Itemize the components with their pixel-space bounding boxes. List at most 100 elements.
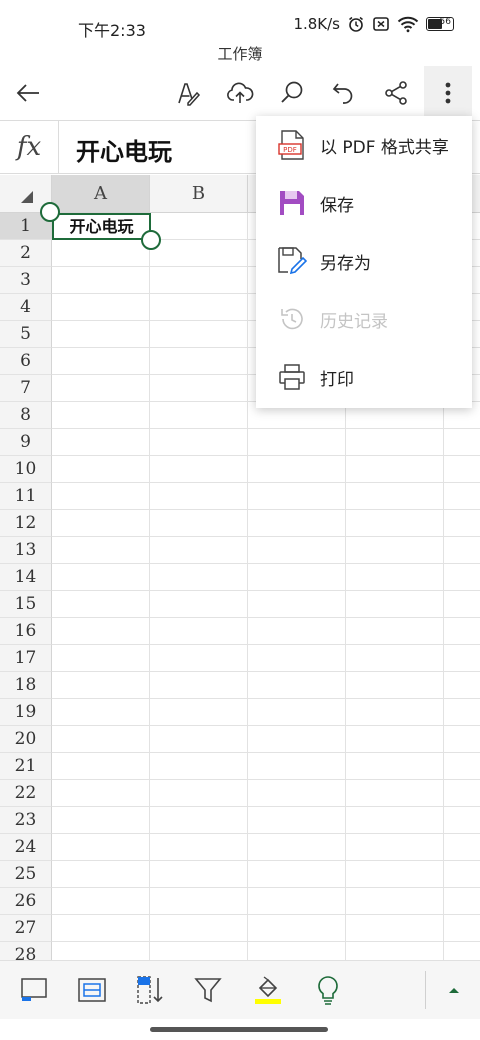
undo-icon [332, 83, 353, 104]
battery-level: 56 [439, 17, 451, 27]
svg-text:PDF: PDF [283, 146, 297, 154]
menu-item-share-pdf[interactable]: PDF 以 PDF 格式共享 [256, 116, 472, 174]
sheet-button[interactable] [16, 971, 52, 1009]
cloud-upload-icon [227, 82, 254, 103]
row-header[interactable]: 26 [0, 888, 52, 915]
menu-item-label: 保存 [320, 195, 354, 216]
grid-row-line [52, 428, 480, 429]
grid-column-line [247, 213, 248, 960]
ideas-button[interactable] [310, 971, 346, 1009]
row-header[interactable]: 10 [0, 456, 52, 483]
network-speed: 1.8K/s [293, 15, 340, 33]
row-header[interactable]: 6 [0, 348, 52, 375]
sort-icon [137, 976, 163, 1004]
grid-row-line [52, 752, 480, 753]
arrow-left-icon [16, 84, 39, 102]
top-toolbar [0, 66, 480, 120]
row-header[interactable]: 9 [0, 429, 52, 456]
history-icon [274, 301, 310, 337]
filter-button[interactable] [190, 971, 226, 1009]
status-bar: 下午2:33 1.8K/s 56 [0, 0, 480, 44]
bottom-toolbar [0, 960, 480, 1019]
grid-row-line [52, 725, 480, 726]
formula-input[interactable]: 开心电玩 [76, 132, 172, 167]
more-vertical-icon [445, 82, 451, 104]
row-header[interactable]: 17 [0, 645, 52, 672]
menu-item-save-as[interactable]: 另存为 [256, 232, 472, 290]
corner-triangle-icon [21, 191, 33, 203]
grid-row-line [52, 860, 480, 861]
expand-ribbon-button[interactable] [436, 971, 472, 1009]
row-header[interactable]: 15 [0, 591, 52, 618]
menu-item-history[interactable]: 历史记录 [256, 290, 472, 348]
row-header[interactable]: 2 [0, 240, 52, 267]
undo-button[interactable] [320, 66, 368, 120]
row-header[interactable]: 3 [0, 267, 52, 294]
menu-item-save[interactable]: 保存 [256, 174, 472, 232]
back-button[interactable] [4, 66, 52, 120]
fill-color-icon [255, 976, 281, 1004]
grid-row-line [52, 644, 480, 645]
row-header[interactable]: 12 [0, 510, 52, 537]
share-button[interactable] [372, 66, 420, 120]
row-header[interactable]: 23 [0, 807, 52, 834]
column-header-a[interactable]: A [52, 175, 150, 213]
home-indicator[interactable] [150, 1027, 328, 1032]
sim-x-icon [373, 17, 389, 31]
overflow-menu: PDF 以 PDF 格式共享 保存 另存为 历史记录 打印 [256, 116, 472, 408]
menu-item-label: 打印 [320, 369, 354, 390]
grid-row-line [52, 698, 480, 699]
grid-row-line [52, 887, 480, 888]
menu-item-label: 以 PDF 格式共享 [320, 137, 449, 158]
upload-button[interactable] [216, 66, 264, 120]
menu-item-print[interactable]: 打印 [256, 348, 472, 406]
column-header-b[interactable]: B [150, 175, 248, 213]
row-header[interactable]: 21 [0, 753, 52, 780]
share-icon [385, 81, 407, 105]
row-header[interactable]: 4 [0, 294, 52, 321]
pdf-icon: PDF [274, 127, 310, 163]
fill-color-button[interactable] [250, 971, 286, 1009]
search-button[interactable] [268, 66, 316, 120]
lightbulb-icon [318, 976, 338, 1005]
pen-icon [178, 83, 201, 106]
cell-format-button[interactable] [74, 971, 110, 1009]
row-header[interactable]: 22 [0, 780, 52, 807]
row-header[interactable]: 24 [0, 834, 52, 861]
selection-handle-bottom-right[interactable] [141, 230, 161, 250]
grid-row-line [52, 833, 480, 834]
row-header[interactable]: 14 [0, 564, 52, 591]
row-header[interactable]: 16 [0, 618, 52, 645]
row-header[interactable]: 27 [0, 915, 52, 942]
row-header[interactable]: 8 [0, 402, 52, 429]
row-header[interactable]: 19 [0, 699, 52, 726]
row-header[interactable]: 18 [0, 672, 52, 699]
selection-handle-top-left[interactable] [40, 202, 60, 222]
menu-item-label: 另存为 [320, 253, 371, 274]
row-header[interactable]: 7 [0, 375, 52, 402]
row-header[interactable]: 25 [0, 861, 52, 888]
row-header[interactable]: 28 [0, 942, 52, 960]
row-header[interactable]: 13 [0, 537, 52, 564]
sheet-icon [21, 978, 47, 1001]
grid-row-line [52, 617, 480, 618]
grid-row-line [52, 482, 480, 483]
row-header[interactable]: 5 [0, 321, 52, 348]
draw-button[interactable] [164, 66, 212, 120]
sort-button[interactable] [132, 971, 168, 1009]
fx-label: fx [0, 121, 59, 173]
grid-row-line [52, 590, 480, 591]
filter-icon [194, 978, 222, 1003]
row-header[interactable]: 11 [0, 483, 52, 510]
grid-row-line [52, 806, 480, 807]
status-right: 1.8K/s 56 [293, 15, 454, 33]
alarm-icon [349, 16, 363, 32]
selected-cell-a1[interactable]: 开心电玩 [52, 213, 151, 240]
search-icon [281, 81, 303, 103]
grid-row-line [52, 671, 480, 672]
grid-column-line [149, 213, 150, 960]
row-header[interactable]: 20 [0, 726, 52, 753]
menu-item-label: 历史记录 [320, 311, 388, 332]
document-title: 工作簿 [217, 45, 263, 63]
more-button[interactable] [424, 66, 472, 120]
